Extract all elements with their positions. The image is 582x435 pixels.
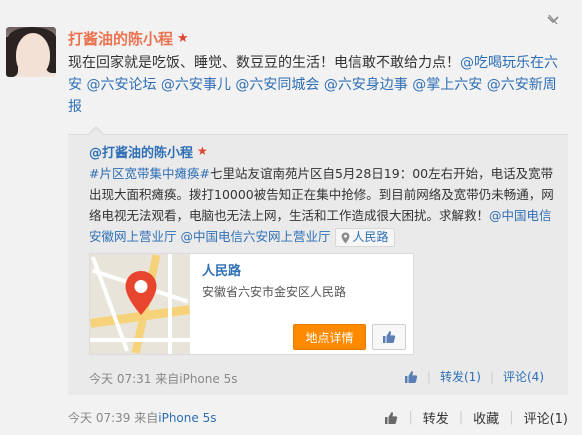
original-author-name[interactable]: @打酱油的陈小程 (89, 142, 193, 161)
post-author-name[interactable]: 打酱油的陈小程 (68, 28, 173, 49)
repost-pointer-inner (89, 128, 103, 135)
post-author-row: 打酱油的陈小程 ★ (68, 26, 189, 50)
mention-link[interactable]: @六安事儿 (161, 77, 231, 93)
source-prefix: 来自 (134, 411, 159, 425)
vip-badge-icon[interactable]: ★ (177, 32, 189, 45)
map-thumbnail[interactable] (90, 254, 190, 354)
dismiss-chevron-icon[interactable] (546, 14, 560, 26)
mention-link[interactable]: @六安同城会 (235, 77, 319, 93)
thumbs-up-icon (383, 331, 396, 343)
source-prefix: 来自 (155, 372, 180, 386)
avatar[interactable] (6, 27, 56, 77)
post-source[interactable]: iPhone 5s (158, 411, 216, 425)
original-comment-link[interactable]: 评论(4) (503, 368, 544, 385)
post-meta: 今天 07:39 来自iPhone 5s (68, 409, 216, 426)
location-chip[interactable]: 人民路 (334, 228, 395, 247)
post-text-body: 现在回家就是吃饭、睡觉、数豆豆的生活！电信敢不敢给力点！ (68, 55, 460, 71)
map-place-title[interactable]: 人民路 (202, 260, 241, 279)
location-card[interactable]: 人民路 安徽省六安市金安区人民路 地点详情 (89, 253, 414, 355)
mention-link[interactable]: @六安论坛 (86, 77, 156, 93)
original-post-source[interactable]: iPhone 5s (179, 372, 237, 386)
repost-button[interactable]: 转发 (423, 408, 449, 427)
vip-badge-icon[interactable]: ★ (197, 145, 208, 157)
place-like-button[interactable] (372, 324, 406, 350)
original-post-text: #片区宽带集中瘫痪#七里站友谊南苑片区自5月28日19：00左右开始，电话及宽带… (89, 163, 557, 247)
mention-link[interactable]: @六安身边事 (324, 77, 408, 93)
map-marker-icon (125, 271, 157, 315)
map-place-address: 安徽省六安市金安区人民路 (202, 285, 347, 299)
comment-button[interactable]: 评论(1) (524, 408, 568, 427)
original-post-meta: 今天 07:31 来自iPhone 5s (89, 370, 237, 387)
favorite-button[interactable]: 收藏 (473, 408, 499, 427)
original-repost-link[interactable]: 转发(1) (440, 368, 481, 385)
post-text: 现在回家就是吃饭、睡觉、数豆豆的生活！电信敢不敢给力点！@吃喝玩乐在六安 @六安… (68, 52, 568, 118)
original-post-time[interactable]: 今天 07:31 (89, 372, 151, 386)
thumbs-up-icon[interactable] (384, 411, 398, 425)
thumbs-up-icon[interactable] (404, 370, 418, 384)
hashtag-link[interactable]: #片区宽带集中瘫痪# (89, 166, 210, 181)
post-actions: | 转发 | 收藏 | 评论(1) (384, 408, 568, 427)
original-post-actions: | 转发(1) | 评论(4) (404, 368, 544, 385)
location-pin-icon (341, 232, 349, 243)
place-detail-button[interactable]: 地点详情 (293, 324, 366, 350)
mention-link[interactable]: @掌上六安 (412, 77, 482, 93)
post-time[interactable]: 今天 07:39 (68, 411, 130, 425)
original-author-row: @打酱油的陈小程 ★ (89, 141, 208, 161)
mention-link[interactable]: @中国电信六安网上营业厅 (181, 229, 331, 244)
location-chip-label: 人民路 (352, 230, 389, 244)
